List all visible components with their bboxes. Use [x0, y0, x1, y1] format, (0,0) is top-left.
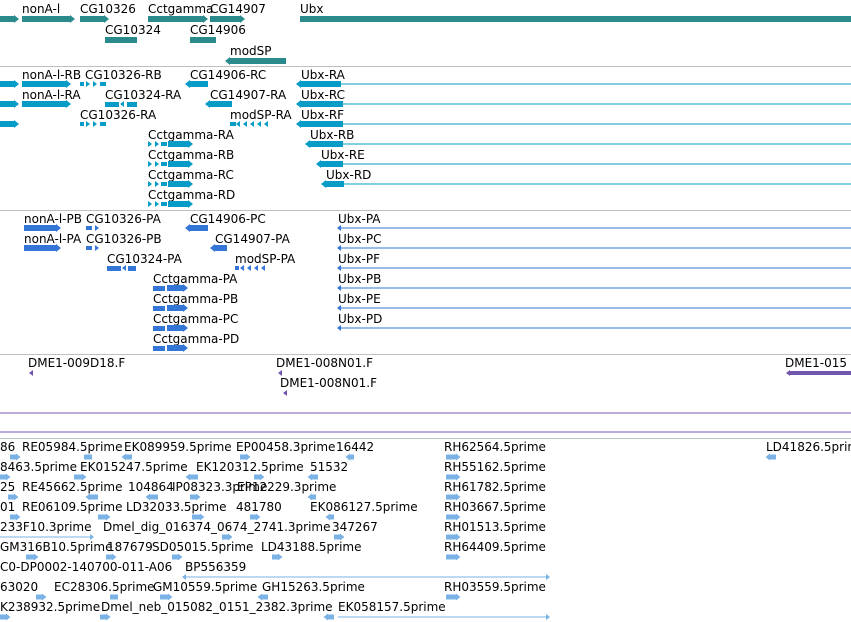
- est-label[interactable]: 63020: [0, 580, 38, 594]
- est-label[interactable]: GM10559.5prime: [153, 580, 257, 594]
- est-label[interactable]: 8463.5prime: [0, 460, 77, 474]
- est-label[interactable]: EK086127.5prime: [310, 500, 418, 514]
- est-label[interactable]: C0-DP0002-140700-011-A06: [0, 560, 172, 574]
- gene-label[interactable]: modSP: [230, 44, 272, 58]
- gene-label[interactable]: nonA-l: [22, 2, 60, 16]
- protein-label[interactable]: Cctgamma-PC: [153, 312, 238, 326]
- protein-label[interactable]: Cctgamma-PD: [153, 332, 239, 346]
- track-separator: [0, 438, 851, 439]
- gene-label[interactable]: CG14907: [210, 2, 266, 16]
- transcript-label[interactable]: CG14907-RA: [210, 88, 286, 102]
- est-label[interactable]: 86: [0, 440, 15, 454]
- clone-label[interactable]: DME1-009D18.F: [28, 356, 125, 370]
- est-label[interactable]: EK120312.5prime: [196, 460, 304, 474]
- transcript-label[interactable]: Ubx-RD: [326, 168, 371, 182]
- est-label[interactable]: EC28306.5prime: [54, 580, 155, 594]
- transcript-label[interactable]: Ubx-RA: [301, 68, 345, 82]
- transcript-label[interactable]: Cctgamma-RB: [148, 148, 234, 162]
- est-label[interactable]: EK058157.5prime: [338, 600, 446, 614]
- est-label[interactable]: RH61782.5prime: [444, 480, 546, 494]
- transcript-label[interactable]: Cctgamma-RC: [148, 168, 234, 182]
- est-label[interactable]: LD41826.5prime: [766, 440, 851, 454]
- transcript-label[interactable]: Cctgamma-RD: [148, 188, 235, 202]
- protein-label[interactable]: Ubx-PD: [338, 312, 382, 326]
- est-label[interactable]: 481780: [236, 500, 282, 514]
- est-label[interactable]: GH15263.5prime: [262, 580, 365, 594]
- clone-label[interactable]: DME1-008N01.F: [280, 376, 377, 390]
- protein-label[interactable]: CG10324-PA: [107, 252, 182, 266]
- est-label[interactable]: 16442: [336, 440, 374, 454]
- clone-label[interactable]: DME1-008N01.F: [276, 356, 373, 370]
- est-label[interactable]: 51532: [310, 460, 348, 474]
- transcript-label[interactable]: modSP-RA: [230, 108, 292, 122]
- est-label[interactable]: EP12229.3prime: [237, 480, 336, 494]
- gene-label[interactable]: Cctgamma: [148, 2, 213, 16]
- protein-label[interactable]: nonA-l-PB: [24, 212, 82, 226]
- est-label[interactable]: 25: [0, 480, 15, 494]
- protein-label[interactable]: CG14906-PC: [190, 212, 266, 226]
- genome-browser-view[interactable]: nonA-l CG10326 Cctgamma CG14907 Ubx CG10…: [0, 0, 851, 622]
- est-label[interactable]: EK089959.5prime: [124, 440, 232, 454]
- est-label[interactable]: EK015247.5prime: [80, 460, 188, 474]
- est-label[interactable]: 187679: [107, 540, 153, 554]
- est-label[interactable]: GM316B10.5prime: [0, 540, 112, 554]
- est-label[interactable]: BP556359: [185, 560, 246, 574]
- clone-label[interactable]: DME1-015: [785, 356, 847, 370]
- protein-label[interactable]: Ubx-PF: [338, 252, 380, 266]
- est-label[interactable]: 01: [0, 500, 15, 514]
- est-label[interactable]: 347267: [332, 520, 378, 534]
- transcript-label[interactable]: nonA-l-RB: [22, 68, 81, 82]
- gene-label[interactable]: Ubx: [300, 2, 324, 16]
- protein-label[interactable]: Ubx-PC: [338, 232, 381, 246]
- est-label[interactable]: RH62564.5prime: [444, 440, 546, 454]
- est-label[interactable]: Dmel_dig_016374_0674_2741.3prime: [103, 520, 331, 534]
- protein-label[interactable]: CG10326-PB: [86, 232, 162, 246]
- protein-label[interactable]: modSP-PA: [235, 252, 295, 266]
- est-label[interactable]: RH03667.5prime: [444, 500, 546, 514]
- transcript-label[interactable]: Ubx-RB: [310, 128, 354, 142]
- transcript-label[interactable]: Ubx-RE: [321, 148, 365, 162]
- est-label[interactable]: RH64409.5prime: [444, 540, 546, 554]
- transcript-label[interactable]: CG10326-RA: [80, 108, 156, 122]
- protein-label[interactable]: Ubx-PA: [338, 212, 381, 226]
- est-label[interactable]: RE06109.5prime: [22, 500, 123, 514]
- transcript-label[interactable]: CG14906-RC: [190, 68, 266, 82]
- est-label[interactable]: RE05984.5prime: [22, 440, 123, 454]
- est-label[interactable]: LD43188.5prime: [261, 540, 362, 554]
- protein-label[interactable]: Cctgamma-PB: [153, 292, 238, 306]
- transcript-label[interactable]: Ubx-RF: [301, 108, 344, 122]
- protein-label[interactable]: nonA-l-PA: [24, 232, 81, 246]
- est-label[interactable]: 233F10.3prime: [0, 520, 91, 534]
- protein-label[interactable]: Ubx-PE: [338, 292, 381, 306]
- protein-label[interactable]: CG14907-PA: [215, 232, 290, 246]
- est-label[interactable]: 104864: [128, 480, 174, 494]
- protein-label[interactable]: Cctgamma-PA: [153, 272, 237, 286]
- est-label[interactable]: RH03559.5prime: [444, 580, 546, 594]
- est-label[interactable]: K238932.5prime: [0, 600, 100, 614]
- protein-label[interactable]: CG10326-PA: [86, 212, 161, 226]
- gene-label[interactable]: CG14906: [190, 23, 246, 37]
- track-separator: [0, 210, 851, 211]
- track-separator: [0, 354, 851, 355]
- transcript-label[interactable]: CG10324-RA: [105, 88, 181, 102]
- transcript-label[interactable]: Cctgamma-RA: [148, 128, 234, 142]
- transcript-label[interactable]: Ubx-RC: [301, 88, 345, 102]
- est-label[interactable]: Dmel_neb_015082_0151_2382.3prime: [101, 600, 333, 614]
- est-label[interactable]: EP00458.3prime: [236, 440, 335, 454]
- track-separator: [0, 66, 851, 67]
- est-label[interactable]: LD32033.5prime: [126, 500, 227, 514]
- protein-label[interactable]: Ubx-PB: [338, 272, 381, 286]
- transcript-label[interactable]: nonA-l-RA: [22, 88, 81, 102]
- est-label[interactable]: RH01513.5prime: [444, 520, 546, 534]
- est-label[interactable]: SD05015.5prime: [152, 540, 253, 554]
- est-label[interactable]: RE45662.5prime: [22, 480, 123, 494]
- gene-label[interactable]: CG10324: [105, 23, 161, 37]
- est-label[interactable]: RH55162.5prime: [444, 460, 546, 474]
- gene-label[interactable]: CG10326: [80, 2, 136, 16]
- transcript-label[interactable]: CG10326-RB: [85, 68, 162, 82]
